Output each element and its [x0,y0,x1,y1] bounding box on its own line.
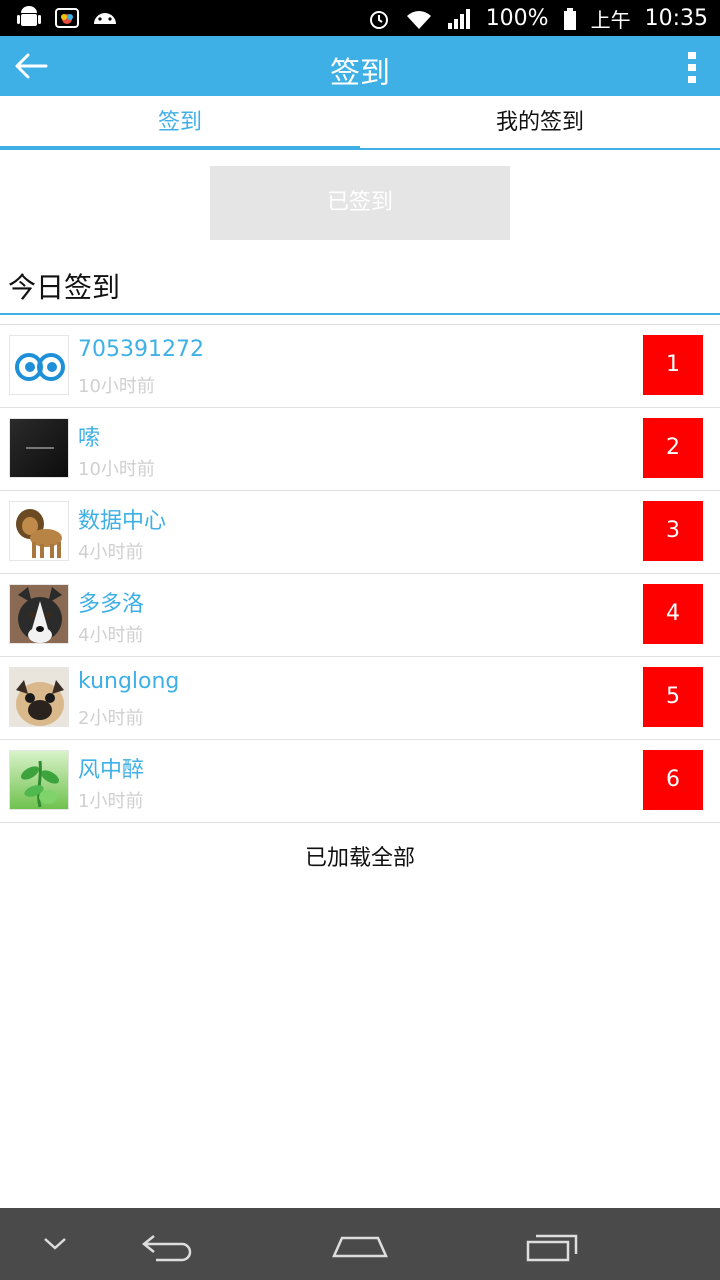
avatar[interactable] [9,750,69,810]
recents-icon[interactable] [524,1230,584,1264]
all-loaded-text: 已加载全部 [304,846,415,871]
pug-icon [10,668,68,726]
avatar[interactable] [9,418,69,478]
dark-photo-icon [10,419,68,477]
checkin-time: 10小时前 [78,376,155,397]
user-name[interactable]: kunglong [78,669,179,694]
checkin-time: 1小时前 [78,791,144,812]
battery-icon [563,7,576,30]
active-tab-indicator [0,146,360,150]
gallery-icon [55,8,79,28]
user-name[interactable]: 风中醉 [78,752,144,784]
checkin-time: 4小时前 [78,625,144,646]
rank-badge: 6 [643,750,703,810]
tab-divider [360,148,720,150]
clock: 10:35 [644,6,708,31]
signed-in-button[interactable]: 已签到 [210,166,510,240]
android-face-icon [94,13,116,24]
user-name[interactable]: 嗦 [78,420,100,452]
lion-icon [10,502,68,560]
section-title: 今日签到 [8,271,121,304]
section-divider [0,313,720,315]
user-name[interactable]: 705391272 [78,337,204,362]
time-ampm: 上午 [590,8,631,32]
back-icon[interactable] [140,1230,196,1264]
list-item[interactable]: kunglong 2小时前 5 [0,657,720,740]
android-icon [17,6,41,26]
tab-checkin[interactable]: 签到 [0,96,360,152]
hide-keyboard-icon[interactable] [40,1234,70,1254]
list-item[interactable]: 风中醉 1小时前 6 [0,740,720,823]
checkin-time: 10小时前 [78,459,155,480]
husky-icon [10,585,68,643]
checkin-time: 4小时前 [78,542,144,563]
avatar[interactable] [9,335,69,395]
rank-badge: 5 [643,667,703,727]
status-bar: 100% 上午 10:35 [0,0,720,36]
overflow-menu-icon[interactable] [684,50,700,84]
rank-badge: 1 [643,335,703,395]
avatar[interactable] [9,584,69,644]
list-item[interactable]: 多多洛 4小时前 4 [0,574,720,657]
home-icon[interactable] [330,1230,390,1260]
list-item[interactable]: 嗦 10小时前 2 [0,408,720,491]
alarm-icon [369,10,388,29]
rank-badge: 3 [643,501,703,561]
rank-badge: 4 [643,584,703,644]
green-plant-icon [10,751,68,809]
eyes-logo-icon [10,336,68,394]
checkin-list: 705391272 10小时前 1 嗦 10小时前 2 数据中心 4小时前 3 … [0,325,720,823]
page-title: 签到 [330,56,390,91]
signal-icon [447,8,470,29]
tab-bar: 签到 我的签到 [0,96,720,152]
battery-percent: 100% [485,6,549,31]
tab-my-checkins[interactable]: 我的签到 [360,96,720,152]
avatar[interactable] [9,501,69,561]
wifi-icon [406,10,431,29]
rank-badge: 2 [643,418,703,478]
avatar[interactable] [9,667,69,727]
system-nav-bar [0,1208,720,1280]
checkin-time: 2小时前 [78,708,144,729]
list-item[interactable]: 705391272 10小时前 1 [0,325,720,408]
user-name[interactable]: 多多洛 [78,586,144,618]
app-bar: 签到 [0,36,720,96]
user-name[interactable]: 数据中心 [78,503,166,535]
list-item[interactable]: 数据中心 4小时前 3 [0,491,720,574]
